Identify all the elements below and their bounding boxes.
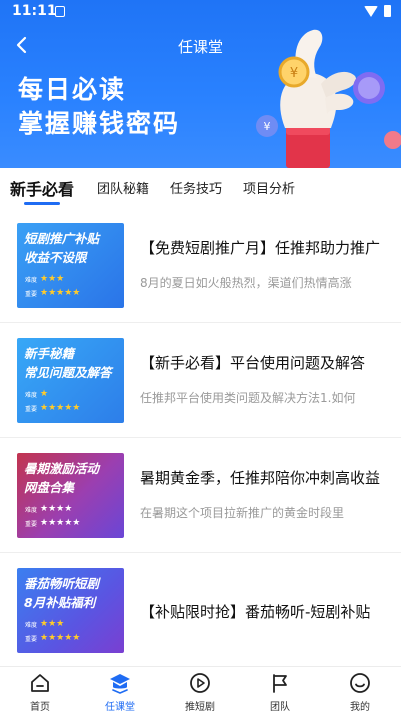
thumbnail-title-line1: 暑期激励活动: [24, 461, 100, 476]
list-item[interactable]: 新手秘籍 常见问题及解答 难度 ★ 重要 ★★★★★ 【新手必看】平台使用问题及…: [0, 323, 401, 438]
hero-headline-line1: 每日必读: [18, 75, 127, 104]
list-item[interactable]: 短剧推广补贴 收益不设限 难度 ★★★ 重要 ★★★★★ 【免费短剧推广月】任推…: [0, 208, 401, 323]
importance-label: 重要: [25, 521, 38, 528]
thumbnail-title-line2: 常见问题及解答: [24, 365, 112, 380]
svg-text:¥: ¥: [290, 66, 298, 81]
sim-card-icon: [55, 6, 65, 17]
importance-stars: ★★★★★: [40, 403, 81, 413]
hand-coin-illustration: ¥ ¥: [256, 29, 401, 168]
difficulty-stars: ★★★: [40, 619, 65, 629]
difficulty-rating: 难度 ★★★: [25, 619, 65, 630]
nav-drama[interactable]: 推短剧: [160, 667, 240, 713]
tab-team-secrets[interactable]: 团队秘籍: [97, 178, 149, 197]
tab-task-tips[interactable]: 任务技巧: [170, 178, 222, 197]
smiley-icon: [350, 673, 370, 693]
difficulty-label: 难度: [25, 507, 38, 514]
thumbnail-title-line2: 收益不设限: [24, 250, 87, 265]
nav-team[interactable]: 团队: [240, 667, 320, 713]
nav-drama-label: 推短剧: [185, 702, 215, 713]
article-thumbnail: 新手秘籍 常见问题及解答 难度 ★ 重要 ★★★★★: [17, 338, 124, 423]
flag-icon: [273, 674, 287, 693]
article-thumbnail: 番茄畅听短剧 8月补贴福利 难度 ★★★ 重要 ★★★★★: [17, 568, 124, 653]
importance-stars: ★★★★★: [40, 633, 81, 643]
importance-stars: ★★★★★: [40, 288, 81, 298]
difficulty-stars: ★: [40, 389, 49, 399]
difficulty-rating: 难度 ★: [25, 389, 49, 400]
battery-icon: [384, 5, 391, 17]
article-title: 【新手必看】平台使用问题及解答: [140, 354, 366, 372]
tab-newbie[interactable]: 新手必看: [10, 176, 74, 200]
article-thumbnail: 短剧推广补贴 收益不设限 难度 ★★★ 重要 ★★★★★: [17, 223, 124, 308]
importance-rating: 重要 ★★★★★: [25, 403, 81, 414]
list-item[interactable]: 暑期激励活动 网盘合集 难度 ★★★★ 重要 ★★★★★ 暑期黄金季，任推邦陪你…: [0, 438, 401, 553]
difficulty-label: 难度: [25, 277, 38, 284]
importance-rating: 重要 ★★★★★: [25, 633, 81, 644]
wifi-icon: [364, 5, 378, 17]
nav-mine-label: 我的: [350, 702, 370, 713]
difficulty-stars: ★★★★: [40, 504, 73, 514]
article-description: 在暑期这个项目拉新推广的黄金时段里: [140, 506, 345, 520]
thumbnail-title-line1: 新手秘籍: [24, 346, 75, 361]
hero-headline-line2: 掌握赚钱密码: [18, 109, 181, 138]
graduation-cap-icon: [110, 674, 130, 694]
active-tab-indicator: [24, 202, 60, 205]
thumbnail-title-line1: 番茄畅听短剧: [24, 576, 100, 591]
list-item[interactable]: 番茄畅听短剧 8月补贴福利 难度 ★★★ 重要 ★★★★★ 【补贴限时抢】番茄畅…: [0, 553, 401, 668]
importance-label: 重要: [25, 291, 38, 298]
home-icon: [31, 674, 49, 692]
thumbnail-title-line2: 8月补贴福利: [24, 595, 96, 610]
status-time: 11:11: [12, 3, 57, 19]
article-thumbnail: 暑期激励活动 网盘合集 难度 ★★★★ 重要 ★★★★★: [17, 453, 124, 538]
tab-project-analysis[interactable]: 项目分析: [243, 178, 295, 197]
nav-team-label: 团队: [270, 702, 290, 713]
importance-label: 重要: [25, 636, 38, 643]
difficulty-rating: 难度 ★★★: [25, 274, 65, 285]
nav-home-label: 首页: [30, 702, 50, 713]
difficulty-rating: 难度 ★★★★: [25, 504, 73, 515]
importance-label: 重要: [25, 406, 38, 413]
article-title: 暑期黄金季，任推邦陪你冲刺高收益: [140, 469, 381, 487]
importance-rating: 重要 ★★★★★: [25, 288, 81, 299]
article-description: 任推邦平台使用类问题及解决方法1.如何: [140, 391, 356, 405]
difficulty-stars: ★★★: [40, 274, 65, 284]
nav-course-label: 任课堂: [105, 702, 135, 713]
thumbnail-title-line1: 短剧推广补贴: [24, 231, 100, 246]
thumbnail-title-line2: 网盘合集: [24, 480, 75, 495]
difficulty-label: 难度: [25, 392, 38, 399]
hero-banner: 11:11 任课堂 每日必读 掌握赚钱密码 ¥ ¥: [0, 0, 401, 168]
nav-home[interactable]: 首页: [0, 667, 80, 713]
article-title: 【免费短剧推广月】任推邦助力推广: [140, 239, 381, 257]
article-description: 8月的夏日如火般热烈，渠道们热情高涨: [140, 276, 352, 290]
importance-stars: ★★★★★: [40, 518, 81, 528]
difficulty-label: 难度: [25, 622, 38, 629]
importance-rating: 重要 ★★★★★: [25, 518, 81, 529]
svg-text:¥: ¥: [264, 120, 271, 133]
play-icon: [190, 673, 210, 693]
bottom-navigation: 首页 任课堂 推短剧 团队 我的: [0, 666, 401, 713]
category-tabs: 新手必看 团队秘籍 任务技巧 项目分析: [0, 168, 401, 208]
article-title: 【补贴限时抢】番茄畅听-短剧补贴: [140, 603, 371, 621]
nav-course[interactable]: 任课堂: [80, 667, 160, 713]
nav-mine[interactable]: 我的: [320, 667, 400, 713]
